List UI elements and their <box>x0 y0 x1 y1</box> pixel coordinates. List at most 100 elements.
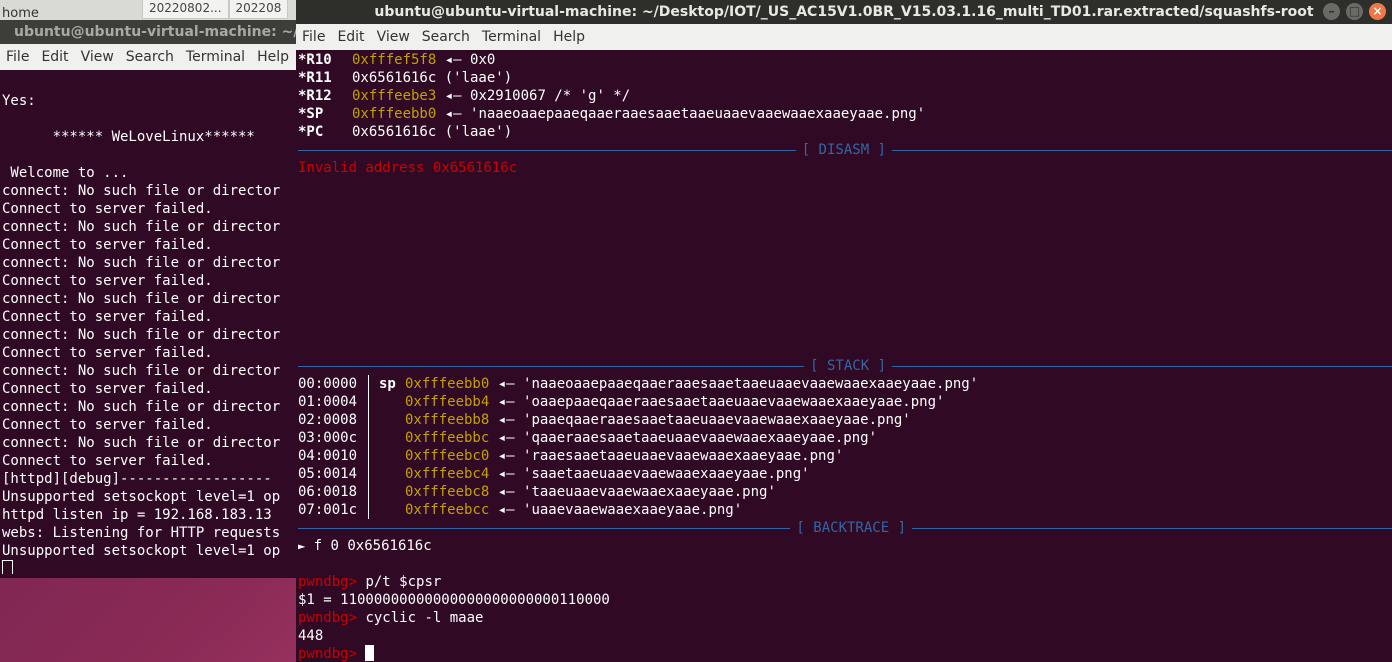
terminal-output-line: connect: No such file or director <box>2 219 281 235</box>
terminal-output-line: [httpd][debug]------------------ <box>2 471 272 487</box>
register-row: *SP 0xfffeebb0 ◂— 'naaeoaaepaaeqaaeraaesa… <box>298 105 1392 123</box>
disasm-separator: [ DISASM ] <box>298 141 1392 159</box>
terminal-output-line: ****** WeLoveLinux****** <box>2 129 255 145</box>
right-terminal-window[interactable]: ubuntu@ubuntu-virtual-machine: ~/Desktop… <box>296 0 1392 662</box>
terminal-output-line: Connect to server failed. <box>2 273 213 289</box>
window-controls: – □ × <box>1323 3 1386 20</box>
cursor-line[interactable] <box>2 560 300 574</box>
stack-address: 0xfffeebc8 <box>405 484 490 500</box>
terminal-output-line: connect: No such file or director <box>2 183 281 199</box>
stack-separator: [ STACK ] <box>298 357 1392 375</box>
terminal-output-line: Connect to server failed. <box>2 309 213 325</box>
terminal-output-line: Connect to server failed. <box>2 417 213 433</box>
command-line: pwndbg> cyclic -l maae <box>298 609 1392 627</box>
backtrace-separator: [ BACKTRACE ] <box>298 519 1392 537</box>
text-cursor[interactable] <box>2 560 13 574</box>
stack-value: ◂— 'raaesaaetaaeuaaevaaewaaexaaeyaae.png… <box>489 448 844 464</box>
command-line: pwndbg> p/t $cpsr <box>298 573 1392 591</box>
stack-row: 07:001c 0xfffeebcc ◂— 'uaaevaaewaaexaaeya… <box>298 501 1392 519</box>
terminal-output-line: Yes: <box>2 93 36 109</box>
menu-terminal[interactable]: Terminal <box>482 29 547 45</box>
stack-address: 0xfffeebc4 <box>405 466 490 482</box>
stack-row: 06:0018 0xfffeebc8 ◂— 'taaeuaaevaaewaaexa… <box>298 483 1392 501</box>
terminal-output-line: Connect to server failed. <box>2 345 213 361</box>
output-text: $1 = 11000000000000000000000000110000 <box>298 592 610 608</box>
menu-help[interactable]: Help <box>553 29 591 45</box>
menu-edit[interactable]: Edit <box>41 49 74 65</box>
left-terminal-window[interactable]: ubuntu@ubuntu-virtual-machine: ~/Des Fil… <box>0 20 300 578</box>
terminal-output-line: connect: No such file or director <box>2 399 281 415</box>
register-row: *PC 0x6561616c ('laae') <box>298 123 1392 141</box>
stack-row: 03:000c 0xfffeebbc ◂— 'qaaeraaesaaetaaeua… <box>298 429 1392 447</box>
stack-offset: 01:0004 <box>298 394 358 410</box>
pwndbg-prompt: pwndbg> <box>298 646 366 661</box>
terminal-output-line: connect: No such file or director <box>2 255 281 271</box>
stack-offset: 05:0014 <box>298 466 358 482</box>
separator-line <box>298 527 791 529</box>
register-name: *R11 <box>298 70 332 86</box>
menu-file[interactable]: File <box>6 49 35 65</box>
stack-offset: 02:0008 <box>298 412 358 428</box>
menu-file[interactable]: File <box>302 29 331 45</box>
terminal-output-line: connect: No such file or director <box>2 327 281 343</box>
minimize-icon[interactable]: – <box>1323 3 1340 20</box>
register-address: 0xfffef5f8 <box>352 52 437 68</box>
menu-view[interactable]: View <box>377 29 416 45</box>
left-terminal-output[interactable]: Yes: ****** WeLoveLinux****** Welcome to… <box>0 70 300 574</box>
register-row: *R12 0xfffeebe3 ◂— 0x2910067 /* 'g' */ <box>298 87 1392 105</box>
terminal-output-line: connect: No such file or director <box>2 435 281 451</box>
close-icon[interactable]: × <box>1369 3 1386 20</box>
separator-line <box>892 149 1392 151</box>
window-title: ubuntu@ubuntu-virtual-machine: ~/Desktop… <box>374 4 1314 20</box>
text-cursor[interactable] <box>365 645 375 661</box>
pwndbg-prompt: pwndbg> <box>298 574 366 590</box>
stack-value: ◂— 'paaeqaaeraaesaaetaaeuaaevaaewaaexaae… <box>489 412 911 428</box>
menu-edit[interactable]: Edit <box>337 29 370 45</box>
terminal-output-line: Unsupported setsockopt level=1 op <box>2 489 281 505</box>
backtrace-label: [ BACKTRACE ] <box>796 520 906 536</box>
active-prompt-line[interactable]: pwndbg> <box>298 645 1392 661</box>
register-name: *R10 <box>298 52 332 68</box>
terminal-output-line: webs: Listening for HTTP requests <box>2 525 281 541</box>
stack-offset: 03:000c <box>298 430 358 446</box>
menu-search[interactable]: Search <box>126 49 180 65</box>
background-window-tabs: 20220802... 202208 <box>142 0 302 19</box>
menu-view[interactable]: View <box>81 49 120 65</box>
disasm-label: [ DISASM ] <box>801 142 886 158</box>
left-terminal-titlebar[interactable]: ubuntu@ubuntu-virtual-machine: ~/Des <box>0 20 300 44</box>
output-text: 448 <box>298 628 324 644</box>
terminal-output-line: Connect to server failed. <box>2 381 213 397</box>
stack-offset: 06:0018 <box>298 484 358 500</box>
stack-row: 00:0000 sp 0xfffeebb0 ◂— 'naaeoaaepaaeqaae… <box>298 375 1392 393</box>
stack-value: ◂— 'naaeoaaepaaeqaaeraaesaaetaaeuaaevaae… <box>489 376 979 392</box>
register-value: ◂— 0x0 <box>436 52 496 68</box>
separator-line <box>912 527 1392 529</box>
stack-value: ◂— 'saaetaaeuaaevaaewaaexaaeyaae.png' <box>489 466 810 482</box>
separator-line <box>892 365 1392 367</box>
stack-offset: 07:001c <box>298 502 358 518</box>
maximize-icon[interactable]: □ <box>1346 3 1363 20</box>
stack-address: 0xfffeebbc <box>405 430 490 446</box>
stack-row: 01:0004 0xfffeebb4 ◂— 'oaaepaaeqaaeraaesa… <box>298 393 1392 411</box>
background-tab[interactable]: 202208 <box>228 0 289 19</box>
right-terminal-titlebar[interactable]: ubuntu@ubuntu-virtual-machine: ~/Desktop… <box>296 0 1392 24</box>
right-terminal-output[interactable]: *R10 0xfffef5f8 ◂— 0x0 *R11 0x6561616c ('l… <box>296 50 1392 661</box>
stack-address: 0xfffeebb4 <box>405 394 490 410</box>
register-value: ◂— 0x2910067 /* 'g' */ <box>436 88 631 104</box>
backtrace-frame: f 0 0x6561616c <box>305 538 432 554</box>
background-tab[interactable]: 20220802... <box>142 0 229 19</box>
register-row: *R10 0xfffef5f8 ◂— 0x0 <box>298 51 1392 69</box>
register-address: 0xfffeebe3 <box>352 88 437 104</box>
stack-row: 02:0008 0xfffeebb8 ◂— 'paaeqaaeraaesaaeta… <box>298 411 1392 429</box>
stack-value: ◂— 'qaaeraaesaaetaaeuaaevaaewaaexaaeyaae… <box>489 430 878 446</box>
menu-search[interactable]: Search <box>422 29 476 45</box>
terminal-output-line: Connect to server failed. <box>2 201 213 217</box>
stack-address: 0xfffeebc0 <box>405 448 490 464</box>
menu-help[interactable]: Help <box>257 49 295 65</box>
menu-terminal[interactable]: Terminal <box>186 49 251 65</box>
separator-line <box>298 149 796 151</box>
register-name: *PC <box>298 124 324 140</box>
